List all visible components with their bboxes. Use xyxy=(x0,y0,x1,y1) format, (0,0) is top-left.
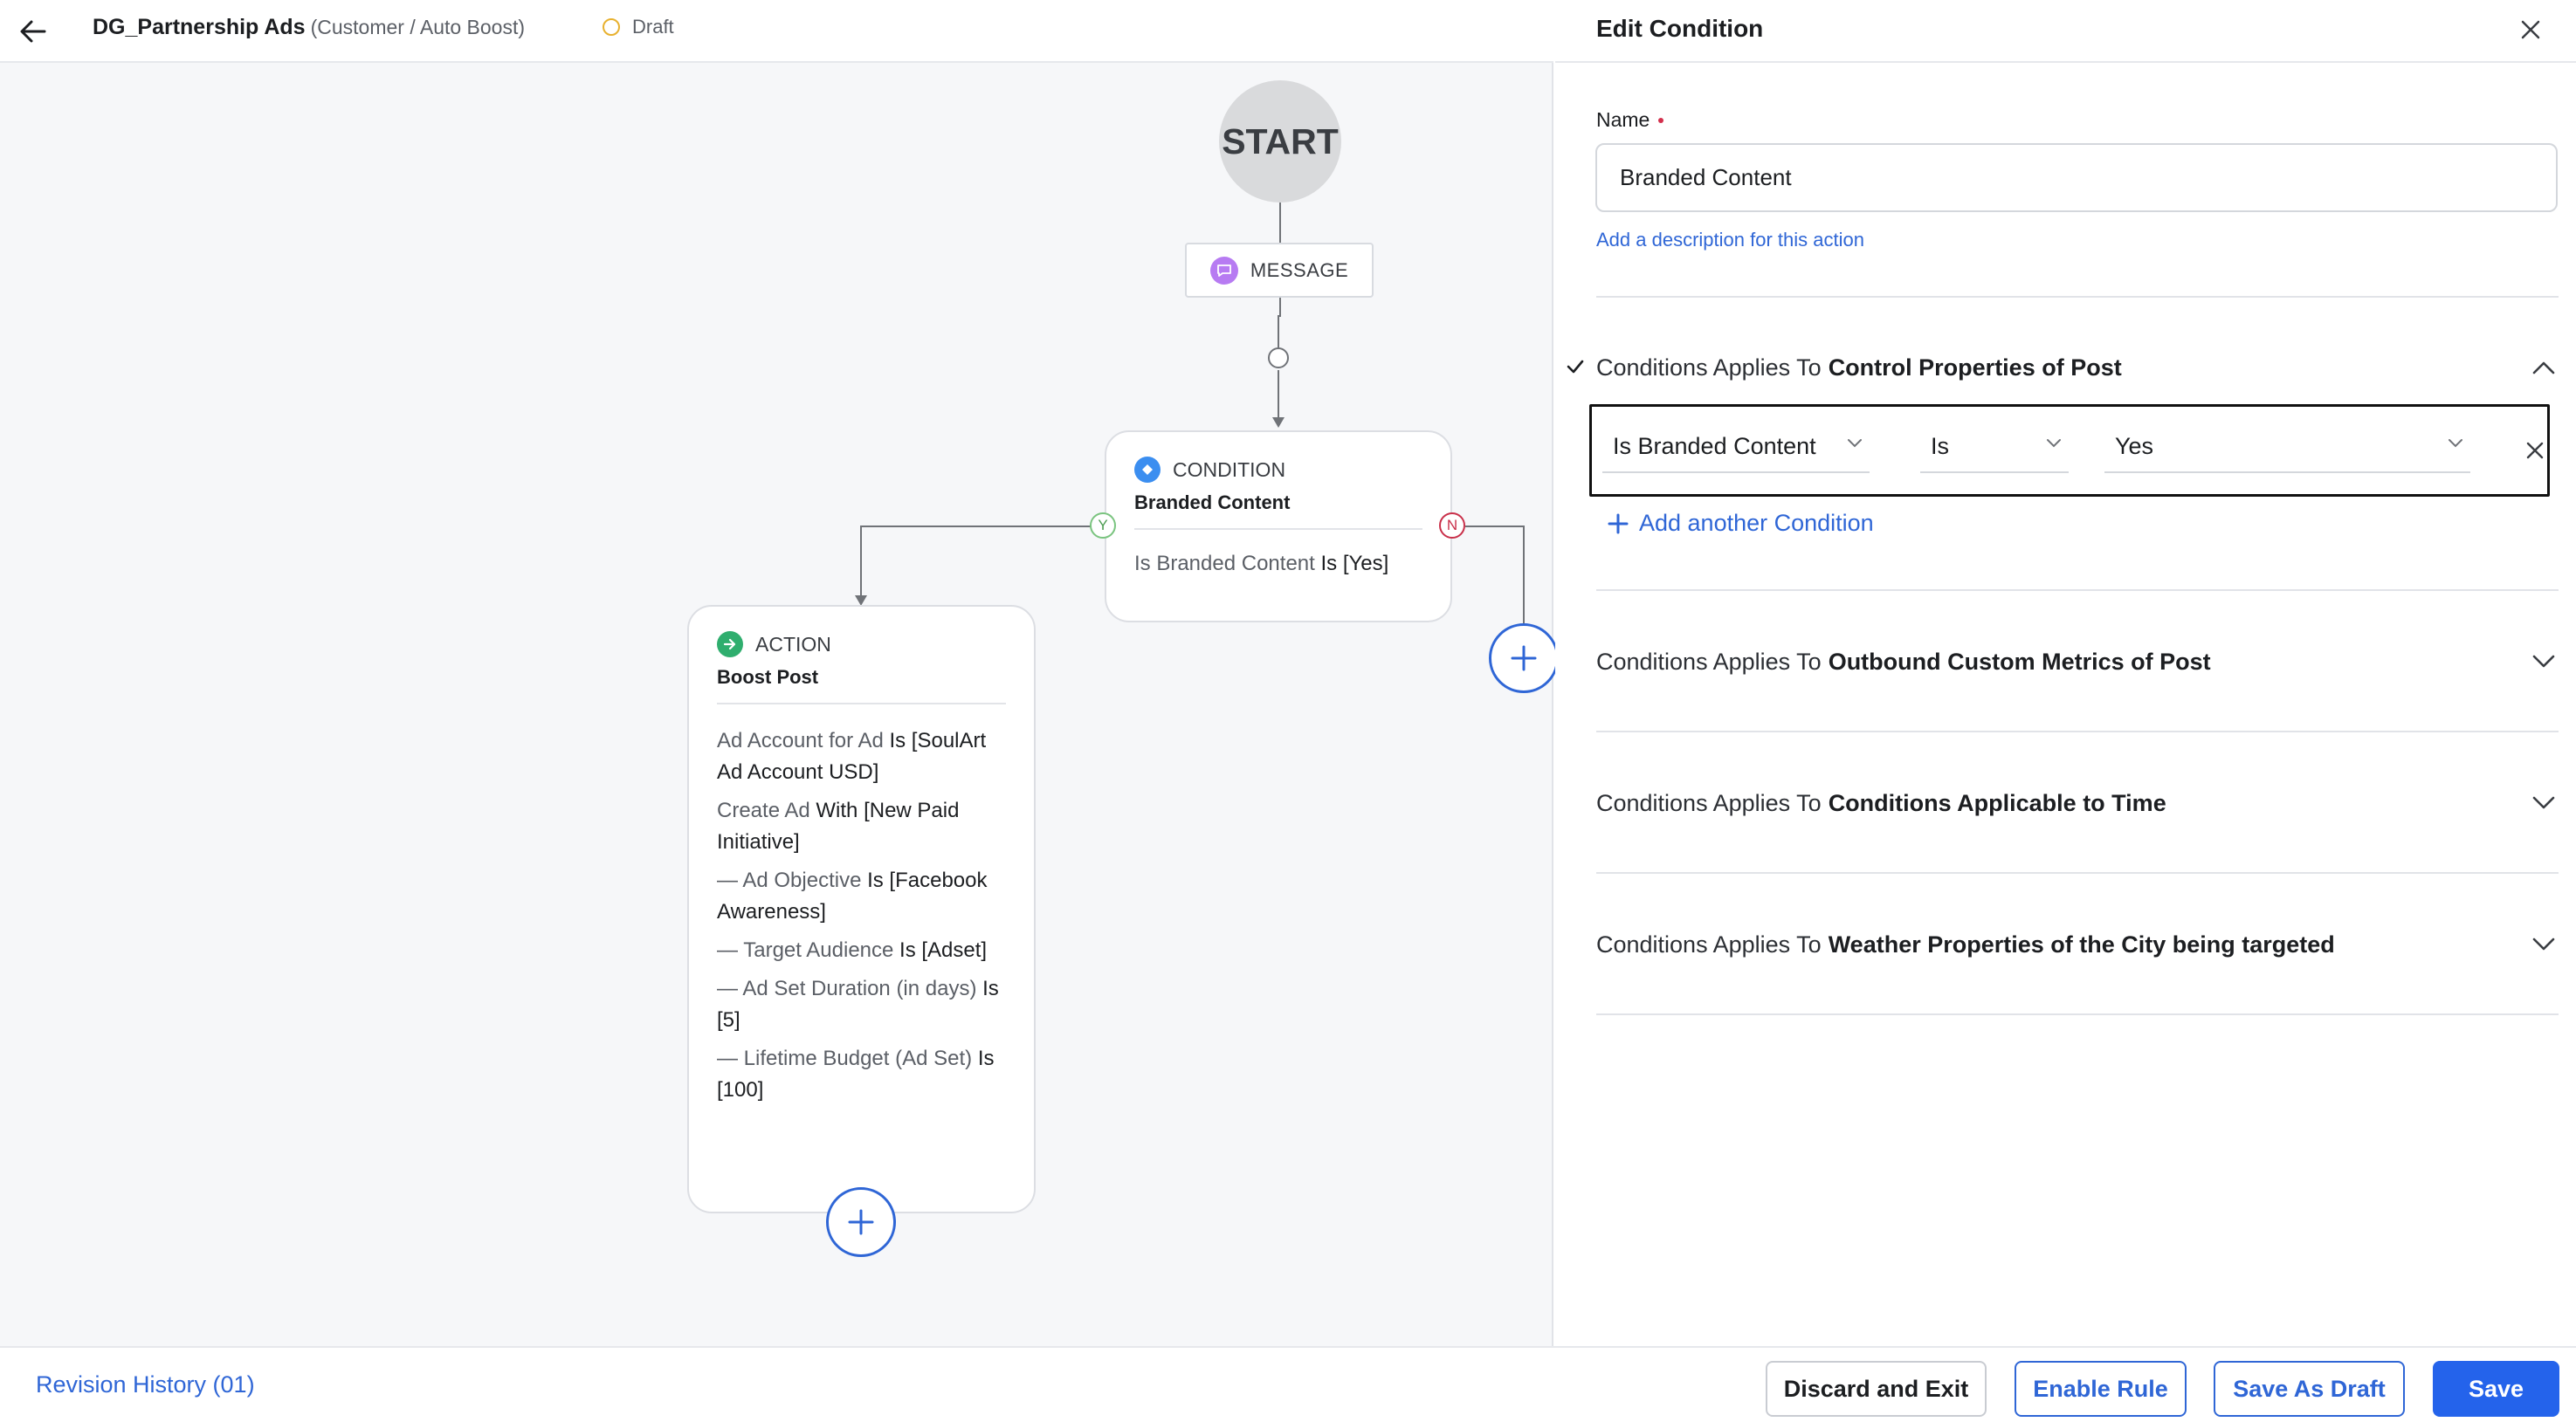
action-node-type: ACTION xyxy=(755,632,831,656)
action-node-name: Boost Post xyxy=(717,666,819,688)
plus-icon xyxy=(848,1209,874,1235)
section-control-properties[interactable]: Conditions Applies To Control Properties… xyxy=(1596,346,2559,389)
condition-node-divider xyxy=(1134,528,1422,530)
close-icon xyxy=(2526,442,2544,459)
condition-row: Is Branded Content Is Yes xyxy=(1589,404,2550,497)
chevron-down-icon xyxy=(2449,439,2462,448)
name-field-label: Name xyxy=(1596,108,1664,132)
section-prefix: Conditions Applies To xyxy=(1596,648,1822,675)
message-node[interactable]: MESSAGE xyxy=(1185,243,1374,298)
action-line: — Ad Set Duration (in days) Is [5] xyxy=(717,973,1006,1036)
yes-branch-badge: Y xyxy=(1090,512,1116,539)
action-node-divider xyxy=(717,703,1006,704)
section-prefix: Conditions Applies To xyxy=(1596,931,1822,958)
action-line-value: Is [Adset] xyxy=(899,938,988,962)
section-time-conditions[interactable]: Conditions Applies To Conditions Applica… xyxy=(1596,781,2559,825)
chevron-up-icon[interactable] xyxy=(2529,353,2559,382)
action-line-key: — Ad Set Duration (in days) xyxy=(717,977,977,1000)
section-title: Weather Properties of the City being tar… xyxy=(1828,931,2335,958)
panel-title: Edit Condition xyxy=(1596,15,1764,42)
action-line-key: — Ad Objective xyxy=(717,869,862,892)
section-prefix: Conditions Applies To xyxy=(1596,789,1822,816)
condition-node[interactable]: CONDITION Branded Content Is Branded Con… xyxy=(1105,430,1452,622)
condition-rule-key: Is Branded Content xyxy=(1134,552,1315,575)
condition-operator-select[interactable]: Is xyxy=(1920,421,2069,473)
condition-value-value: Yes xyxy=(2115,432,2154,459)
message-node-label: MESSAGE xyxy=(1250,258,1349,281)
top-bar: DG_Partnership Ads (Customer / Auto Boost… xyxy=(0,0,1553,63)
add-description-link[interactable]: Add a description for this action xyxy=(1596,229,1864,251)
section-prefix: Conditions Applies To xyxy=(1596,354,1822,381)
plus-icon xyxy=(1511,645,1537,671)
section-title: Control Properties of Post xyxy=(1828,354,2122,381)
action-line: Ad Account for Ad Is [SoulArt Ad Account… xyxy=(717,725,1006,788)
condition-rule-value: Is [Yes] xyxy=(1320,552,1389,575)
required-indicator xyxy=(1658,117,1664,123)
rule-context: (Customer / Auto Boost) xyxy=(310,16,526,38)
action-line: — Ad Objective Is [Facebook Awareness] xyxy=(717,865,1006,928)
section-title: Conditions Applicable to Time xyxy=(1828,789,2166,816)
plus-icon xyxy=(1608,513,1629,533)
condition-node-type: CONDITION xyxy=(1173,457,1286,481)
divider xyxy=(1596,1013,2559,1015)
add-node-button-no-branch[interactable] xyxy=(1489,623,1559,693)
condition-node-rule: Is Branded Content Is [Yes] xyxy=(1134,551,1422,577)
action-line-key: Create Ad xyxy=(717,799,810,822)
chevron-down-icon[interactable] xyxy=(2529,647,2559,677)
divider xyxy=(1596,731,2559,732)
add-condition-label: Add another Condition xyxy=(1639,510,1874,536)
close-icon xyxy=(2521,20,2540,39)
add-another-condition-button[interactable]: Add another Condition xyxy=(1608,510,1874,537)
draft-status-icon xyxy=(603,18,620,36)
action-line: — Lifetime Budget (Ad Set) Is [100] xyxy=(717,1043,1006,1106)
action-node[interactable]: ACTION Boost Post Ad Account for Ad Is [… xyxy=(687,605,1036,1213)
back-arrow-icon xyxy=(20,20,46,43)
add-node-button-after-action[interactable] xyxy=(826,1187,896,1257)
enable-rule-button[interactable]: Enable Rule xyxy=(2015,1361,2187,1417)
divider xyxy=(1596,296,2559,298)
action-arrow-icon xyxy=(717,631,743,657)
condition-field-select[interactable]: Is Branded Content xyxy=(1602,421,1870,473)
no-branch-badge: N xyxy=(1439,512,1465,539)
back-button[interactable] xyxy=(16,14,51,49)
name-input[interactable] xyxy=(1595,143,2558,212)
action-line-key: — Lifetime Budget (Ad Set) xyxy=(717,1047,973,1070)
discard-and-exit-button[interactable]: Discard and Exit xyxy=(1766,1361,1987,1417)
condition-field-value: Is Branded Content xyxy=(1613,432,1816,459)
save-as-draft-button[interactable]: Save As Draft xyxy=(2214,1361,2405,1417)
action-line: — Target Audience Is [Adset] xyxy=(717,935,1006,966)
edit-condition-panel: Edit Condition Name Add a description fo… xyxy=(1555,0,2576,1346)
rule-title: DG_Partnership Ads (Customer / Auto Boost… xyxy=(93,14,525,40)
footer-bar: Revision History (01) Discard and Exit E… xyxy=(0,1346,2576,1422)
chevron-down-icon[interactable] xyxy=(2529,788,2559,818)
chevron-down-icon xyxy=(2047,439,2061,448)
name-label-text: Name xyxy=(1596,108,1650,131)
chevron-down-icon[interactable] xyxy=(2529,930,2559,959)
condition-value-select[interactable]: Yes xyxy=(2104,421,2470,473)
chevron-down-icon xyxy=(1848,439,1862,448)
status-badge: Draft xyxy=(603,16,674,38)
action-line-key: — Target Audience xyxy=(717,938,894,962)
remove-condition-button[interactable] xyxy=(2517,433,2552,468)
divider xyxy=(1596,589,2559,591)
condition-operator-value: Is xyxy=(1931,432,1950,459)
revision-history-link[interactable]: Revision History (01) xyxy=(36,1371,255,1398)
start-node: START xyxy=(1219,80,1341,203)
close-panel-button[interactable] xyxy=(2513,12,2548,47)
section-title: Outbound Custom Metrics of Post xyxy=(1828,648,2211,675)
workflow-canvas[interactable]: START MESSAGE CONDITION Branded Content … xyxy=(0,63,1559,1346)
save-button[interactable]: Save xyxy=(2433,1361,2559,1417)
divider xyxy=(1596,872,2559,874)
status-label: Draft xyxy=(632,16,674,38)
check-icon xyxy=(1567,356,1584,381)
condition-node-name: Branded Content xyxy=(1134,491,1291,513)
action-line: Create Ad With [New Paid Initiative] xyxy=(717,795,1006,858)
message-icon xyxy=(1209,256,1238,285)
condition-icon xyxy=(1134,457,1161,483)
section-weather-properties[interactable]: Conditions Applies To Weather Properties… xyxy=(1596,923,2559,966)
action-line-key: Ad Account for Ad xyxy=(717,729,884,752)
rule-name: DG_Partnership Ads xyxy=(93,15,306,39)
panel-header: Edit Condition xyxy=(1555,0,2576,63)
section-outbound-metrics[interactable]: Conditions Applies To Outbound Custom Me… xyxy=(1596,640,2559,684)
